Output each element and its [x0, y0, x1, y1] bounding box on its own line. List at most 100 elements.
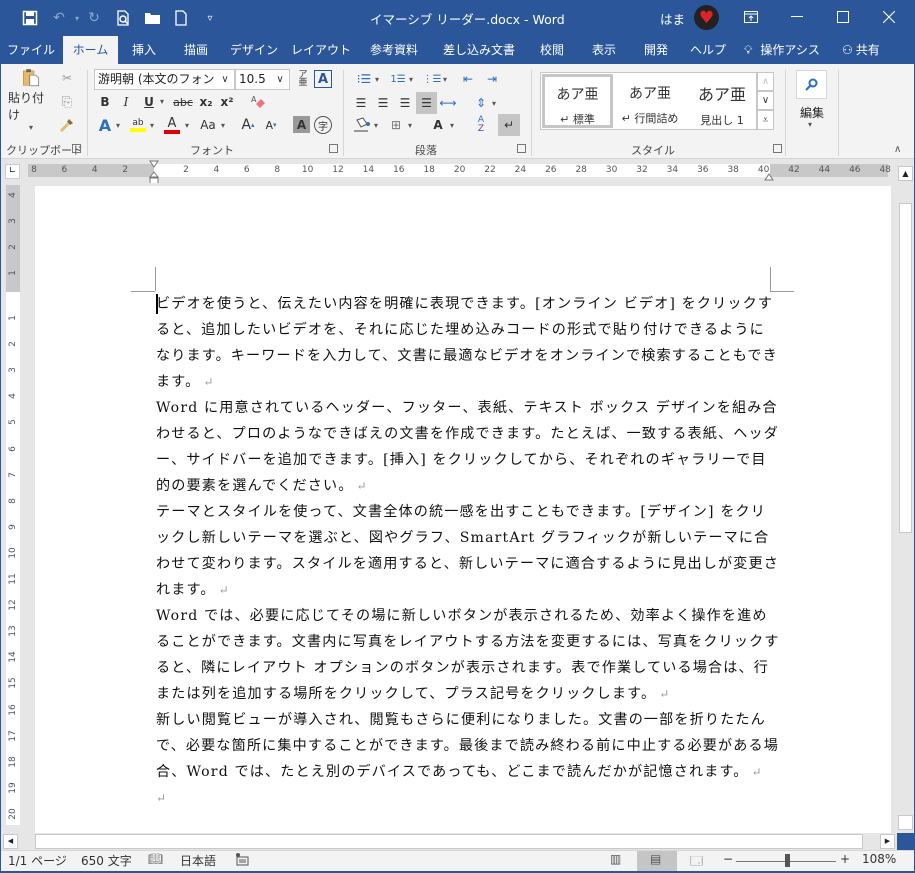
shading-icon[interactable]: [352, 116, 372, 134]
find-icon[interactable]: [796, 70, 827, 99]
styles-scroll-up-icon[interactable]: ∧: [757, 72, 774, 91]
font-launcher-icon[interactable]: [329, 144, 338, 153]
web-layout-icon[interactable]: 🗔︎: [690, 852, 703, 873]
clipboard-launcher-icon[interactable]: [72, 144, 81, 153]
print-preview-icon[interactable]: [112, 7, 134, 29]
bold-button[interactable]: B: [97, 93, 113, 111]
collapse-ribbon-icon[interactable]: ∧: [894, 144, 901, 155]
new-document-icon[interactable]: [170, 7, 192, 29]
editing-button[interactable]: 編集: [800, 104, 824, 121]
vertical-scroll-thumb[interactable]: [899, 203, 912, 533]
distributed-icon[interactable]: ⟷: [439, 94, 457, 112]
styles-launcher-icon[interactable]: [773, 144, 782, 153]
tab-mailings[interactable]: 差し込み文書: [436, 36, 522, 64]
superscript-button[interactable]: x²: [218, 93, 236, 111]
multilevel-dropdown-icon[interactable]: ▾: [443, 75, 447, 84]
highlight-dropdown-icon[interactable]: ▾: [150, 121, 154, 130]
horizontal-scroll-thumb[interactable]: [35, 834, 863, 849]
sort-icon[interactable]: AZ: [472, 115, 490, 135]
text-effects-icon[interactable]: A: [96, 116, 114, 135]
font-color-dropdown-icon[interactable]: ▾: [185, 121, 189, 130]
word-count[interactable]: 650 文字: [81, 852, 132, 869]
numbering-dropdown-icon[interactable]: ▾: [409, 75, 413, 84]
input-mode-icon[interactable]: [235, 852, 249, 869]
font-name-dropdown-icon[interactable]: ∨: [216, 70, 234, 89]
tab-help[interactable]: ヘルプ: [686, 36, 730, 64]
decrease-indent-icon[interactable]: ⇤: [458, 70, 478, 88]
style-normal[interactable]: あア亜 ↵ 標準: [542, 74, 613, 128]
document-body[interactable]: ビデオを使うと、伝えたい内容を明確に表現できます。[オンライン ビデオ] をクリ…: [156, 291, 780, 811]
underline-dropdown-icon[interactable]: ▾: [160, 97, 164, 106]
format-painter-icon[interactable]: [58, 116, 76, 134]
right-indent-marker[interactable]: [764, 170, 774, 181]
avatar[interactable]: ♥: [694, 5, 719, 30]
style-heading-1[interactable]: あア亜 見出し 1: [686, 73, 758, 129]
tab-draw[interactable]: 描画: [174, 36, 218, 64]
styles-scroll-down-icon[interactable]: ∨: [757, 91, 774, 110]
numbering-icon[interactable]: 1☰: [387, 70, 409, 88]
save-icon[interactable]: [19, 7, 41, 29]
align-right-icon[interactable]: ☰: [396, 94, 414, 112]
change-case-button[interactable]: Aa: [197, 116, 219, 134]
tab-developer[interactable]: 開発: [634, 36, 678, 64]
phonetic-guide-icon[interactable]: ア亜: [294, 70, 312, 88]
asian-layout-icon[interactable]: A: [428, 116, 448, 134]
scroll-up-icon[interactable]: ▲: [898, 166, 913, 181]
editing-dropdown-icon[interactable]: ▾: [808, 120, 812, 129]
italic-button[interactable]: I: [118, 93, 134, 111]
underline-button[interactable]: U: [141, 93, 157, 111]
cut-icon[interactable]: ✂: [58, 69, 76, 87]
paste-button[interactable]: 貼り付け ▾: [8, 68, 54, 132]
show-hide-marks-icon[interactable]: ↵: [498, 114, 520, 136]
zoom-slider-thumb[interactable]: [785, 854, 790, 867]
tab-file[interactable]: ファイル: [4, 36, 58, 64]
style-no-spacing[interactable]: あア亜 ↵ 行間詰め: [614, 73, 686, 129]
change-case-dropdown-icon[interactable]: ▾: [221, 121, 225, 130]
enclose-characters-icon[interactable]: 字: [314, 116, 332, 134]
tell-me-box[interactable]: 💡︎ 操作アシス: [744, 36, 834, 64]
tab-layout[interactable]: レイアウト: [290, 36, 352, 64]
borders-icon[interactable]: ⊞: [386, 116, 406, 134]
tab-insert[interactable]: 挿入: [122, 36, 166, 64]
tab-home[interactable]: ホーム: [63, 36, 118, 64]
subscript-button[interactable]: x₂: [197, 93, 215, 111]
tab-design[interactable]: デザイン: [226, 36, 282, 64]
customize-qat-icon[interactable]: ▿: [199, 7, 221, 29]
highlight-color-button[interactable]: ab: [129, 115, 147, 135]
shading-dropdown-icon[interactable]: ▾: [374, 121, 378, 130]
borders-dropdown-icon[interactable]: ▾: [408, 121, 412, 130]
proofing-icon[interactable]: 📖︎: [148, 852, 163, 866]
asian-layout-dropdown-icon[interactable]: ▾: [450, 121, 454, 130]
zoom-out-button[interactable]: −: [723, 852, 733, 866]
tab-references[interactable]: 参考資料: [362, 36, 426, 64]
character-border-icon[interactable]: A: [314, 70, 332, 88]
read-mode-icon[interactable]: ▥: [610, 852, 621, 866]
open-folder-icon[interactable]: [141, 7, 163, 29]
page-count[interactable]: 1/1 ページ: [8, 852, 67, 869]
font-color-button[interactable]: A: [163, 115, 181, 135]
character-shading-icon[interactable]: A: [293, 116, 310, 133]
styles-more-icon[interactable]: ⩡: [757, 110, 774, 130]
clear-formatting-icon[interactable]: A: [249, 93, 267, 111]
scroll-down-button[interactable]: [898, 815, 913, 830]
tab-view[interactable]: 表示: [582, 36, 626, 64]
strikethrough-button[interactable]: abc: [172, 93, 194, 111]
align-center-icon[interactable]: ☰: [374, 94, 392, 112]
copy-icon[interactable]: ⎘: [58, 93, 76, 111]
language[interactable]: 日本語: [180, 852, 216, 869]
font-name-combo[interactable]: 游明朝 (本文のフォント: [94, 69, 235, 90]
grow-font-button[interactable]: A ▴: [239, 116, 257, 134]
bullets-icon[interactable]: ⁝☰: [353, 70, 375, 88]
justify-icon[interactable]: ☰: [416, 92, 437, 114]
tab-selector-icon[interactable]: ∟: [5, 164, 20, 179]
scroll-left-icon[interactable]: ◀: [3, 834, 18, 849]
line-spacing-icon[interactable]: ⇕: [472, 94, 490, 112]
scroll-right-icon[interactable]: ▶: [880, 834, 895, 849]
tab-review[interactable]: 校閲: [530, 36, 574, 64]
minimize-button[interactable]: [774, 0, 820, 34]
text-effects-dropdown-icon[interactable]: ▾: [116, 121, 120, 130]
font-size-dropdown-icon[interactable]: ∨: [271, 70, 289, 89]
shrink-font-button[interactable]: A ▾: [262, 116, 280, 134]
paragraph-launcher-icon[interactable]: [517, 144, 526, 153]
maximize-button[interactable]: [820, 0, 866, 34]
